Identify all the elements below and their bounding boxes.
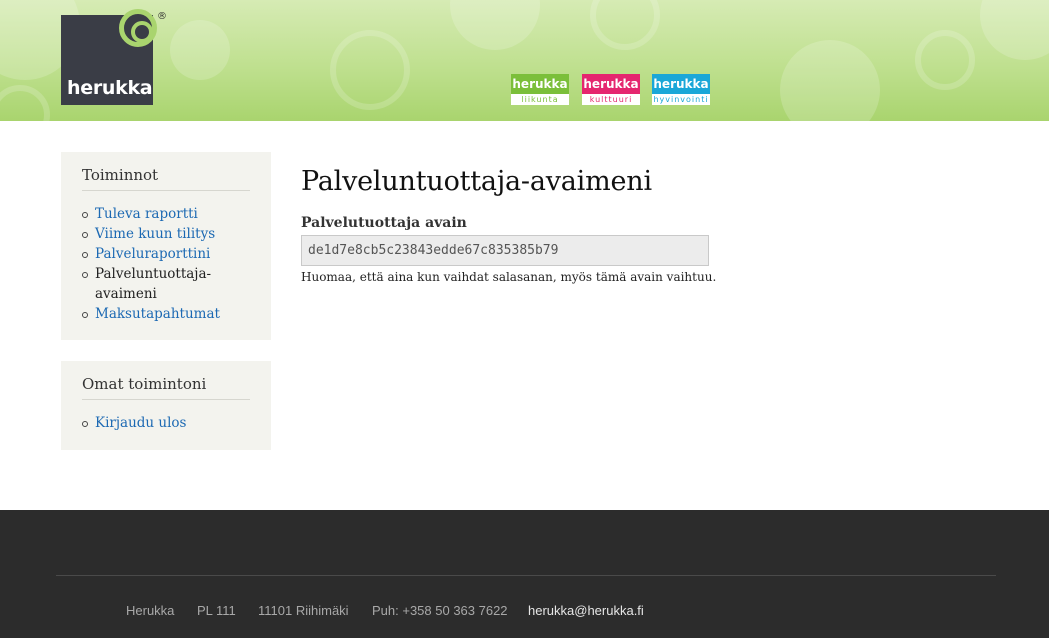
page-title: Palveluntuottaja-avaimeni <box>301 166 652 197</box>
provider-key-field[interactable]: de1d7e8cb5c23843edde67c835385b79 <box>301 235 709 266</box>
sidebar-item-kirjaudu-ulos: Kirjaudu ulos <box>82 413 251 433</box>
logo-text: herukka <box>67 77 153 99</box>
sidebar-item-palveluntuottaja-avaimeni: Palveluntuottaja-avaimeni <box>82 264 212 304</box>
swirl-icon <box>119 9 157 47</box>
sub-brand-hyvinvointi[interactable]: herukka hyvinvointi <box>652 74 710 105</box>
key-label: Palvelutuottaja avain <box>301 215 467 231</box>
sub-brand-kulttuuri[interactable]: herukka kulttuuri <box>582 74 640 105</box>
sidebar-item-palveluraporttini: Palveluraporttini <box>82 244 251 264</box>
decor-circle <box>170 20 230 80</box>
key-help-text: Huomaa, että aina kun vaihdat salasanan,… <box>301 270 717 284</box>
sub-brand-name: herukka <box>652 74 710 94</box>
sidebar-own-actions-block: Omat toimintoni Kirjaudu ulos <box>61 361 271 450</box>
sidebar-link[interactable]: Viime kuun tilitys <box>95 226 215 242</box>
sub-brand-tag: liikunta <box>511 94 569 105</box>
sidebar-item-tuleva-raportti: Tuleva raportti <box>82 204 251 224</box>
sidebar-actions-list: Tuleva raportti Viime kuun tilitys Palve… <box>82 204 251 324</box>
decor-circle <box>915 30 975 90</box>
site-header: ® herukka herukka liikunta herukka kultt… <box>0 0 1049 121</box>
sidebar-link[interactable]: Maksutapahtumat <box>95 306 220 322</box>
main-content: Palveluntuottaja-avaimeni Palvelutuottaj… <box>301 166 1001 284</box>
decor-circle <box>330 30 410 110</box>
footer-city: 11101 Riihimäki <box>258 603 349 618</box>
decor-circle <box>0 85 50 121</box>
herukka-logo[interactable]: ® herukka <box>61 9 167 105</box>
sidebar-link[interactable]: Palveluraporttini <box>95 246 210 262</box>
sidebar-item-maksutapahtumat: Maksutapahtumat <box>82 304 251 324</box>
site-footer: Herukka PL 111 11101 Riihimäki Puh: +358… <box>0 510 1049 638</box>
sidebar-link[interactable]: Tuleva raportti <box>95 206 198 222</box>
sidebar-actions-block: Toiminnot Tuleva raportti Viime kuun til… <box>61 152 271 340</box>
sidebar-item-viime-kuun-tilitys: Viime kuun tilitys <box>82 224 251 244</box>
footer-phone: Puh: +358 50 363 7622 <box>372 603 508 618</box>
decor-circle <box>590 0 660 50</box>
footer-company: Herukka <box>126 603 175 618</box>
footer-po-box: PL 111 <box>197 603 236 618</box>
decor-circle <box>980 0 1049 60</box>
decor-circle <box>450 0 540 50</box>
sub-brand-name: herukka <box>582 74 640 94</box>
sub-brand-liikunta[interactable]: herukka liikunta <box>511 74 569 105</box>
sidebar-own-actions-list: Kirjaudu ulos <box>82 413 251 433</box>
footer-email-link[interactable]: herukka@herukka.fi <box>528 603 644 618</box>
sidebar-own-actions-title: Omat toimintoni <box>82 375 250 400</box>
sub-brand-name: herukka <box>511 74 569 94</box>
sub-brand-tag: kulttuuri <box>582 94 640 105</box>
footer-divider <box>56 575 996 576</box>
logout-link[interactable]: Kirjaudu ulos <box>95 415 186 431</box>
decor-circle <box>780 40 880 121</box>
sub-brand-tag: hyvinvointi <box>652 94 710 105</box>
registered-mark: ® <box>157 11 167 22</box>
sidebar-actions-title: Toiminnot <box>82 166 250 191</box>
